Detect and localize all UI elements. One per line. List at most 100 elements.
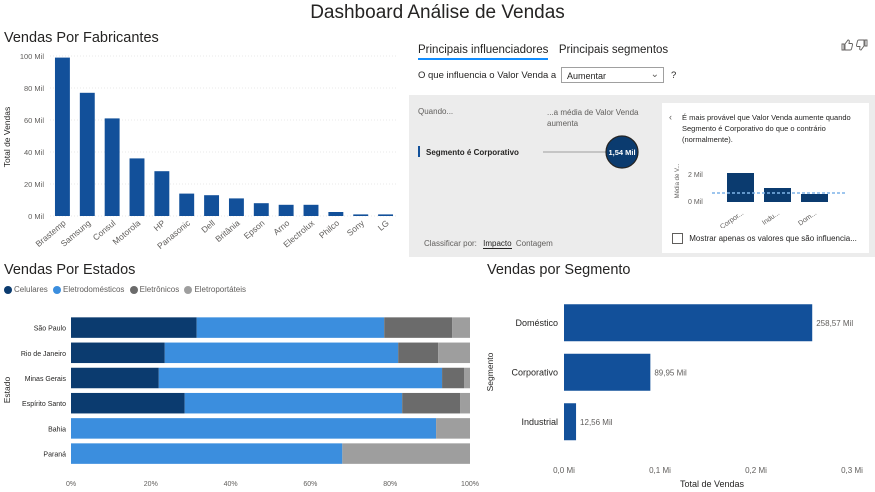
chevron-down-icon: ⌄ — [650, 69, 659, 80]
card-bar-domestico — [801, 194, 828, 202]
state-label: Bahia — [48, 426, 66, 433]
card-ytick-2mil: 2 Mil — [688, 172, 703, 179]
help-icon[interactable]: ? — [671, 70, 676, 81]
bar-corporativo[interactable] — [564, 353, 651, 391]
states-title: Vendas Por Estados — [4, 262, 136, 278]
sort-label: Classificar por: — [424, 239, 477, 248]
select-value: Aumentar — [567, 71, 607, 81]
xtick-label: 80% — [383, 481, 397, 488]
segment-label: Doméstico — [515, 318, 558, 328]
bar-segment-eletronicos[interactable] — [398, 342, 439, 364]
bar-philco[interactable] — [328, 212, 344, 216]
xtick-label: HP — [152, 218, 168, 233]
state-label: São Paulo — [34, 326, 66, 333]
bar-domestico[interactable] — [564, 304, 813, 342]
bar-electrolux[interactable] — [303, 204, 319, 216]
xtick-label: 0% — [66, 481, 76, 488]
legend-item-eletronicos[interactable]: Eletrônicos — [129, 285, 179, 294]
xtick-label: 0,0 Mi — [553, 466, 575, 475]
sort-contagem[interactable]: Contagem — [516, 239, 553, 248]
bar-segment-eletrodomesticos[interactable] — [196, 317, 385, 338]
bar-segment-eletrodomesticos[interactable] — [184, 392, 403, 414]
data-label: 258,57 Mil — [816, 319, 853, 328]
xtick-label: Epson — [242, 218, 267, 241]
states-legend: Celulares Eletrodomésticos Eletrônicos E… — [4, 285, 249, 294]
thumbs-down-icon[interactable] — [856, 39, 868, 54]
bar-arno[interactable] — [278, 204, 294, 216]
card-bar-corporativo — [727, 173, 754, 202]
bar-segment-eletronicos[interactable] — [442, 367, 465, 389]
bar-brastemp[interactable] — [54, 57, 70, 216]
segment-label: Industrial — [521, 417, 558, 427]
tab-principais-influenciadores[interactable]: Principais influenciadores — [418, 44, 549, 60]
card-text: É mais provável que Valor Venda aumente … — [682, 113, 851, 144]
bar-segment-eletroportateis[interactable] — [460, 392, 470, 414]
ytick-label: 40 Mil — [24, 148, 44, 157]
bar-samsung[interactable] — [79, 92, 95, 216]
bar-consul[interactable] — [104, 118, 120, 216]
checkbox-box[interactable] — [672, 233, 683, 244]
influence-direction-select[interactable]: Aumentar ⌄ — [561, 67, 664, 83]
bar-segment-eletronicos[interactable] — [384, 317, 453, 338]
factor-label[interactable]: Segmento é Corporativo — [426, 148, 519, 157]
bar-panasonic[interactable] — [179, 193, 195, 216]
bar-segment-eletroportateis[interactable] — [452, 317, 470, 338]
states-ylabel: Estado — [2, 376, 12, 403]
bar-segment-eletronicos[interactable] — [402, 392, 461, 414]
bar-segment-eletrodomesticos[interactable] — [158, 367, 443, 389]
back-chevron-icon[interactable]: ‹ — [669, 112, 672, 122]
factor-selected-marker — [418, 146, 420, 157]
card-xtick: Dom... — [797, 210, 818, 228]
bar-epson[interactable] — [253, 203, 269, 216]
segments-ylabel: Segmento — [485, 352, 495, 391]
bar-motorola[interactable] — [129, 158, 145, 216]
legend-item-celulares[interactable]: Celulares — [4, 285, 48, 294]
bar-segment-celulares[interactable] — [71, 392, 185, 414]
xtick-label: LG — [376, 218, 391, 233]
state-label: Minas Gerais — [25, 376, 67, 383]
xtick-label: 20% — [144, 481, 158, 488]
sort-by: Classificar por: Impacto Contagem — [424, 239, 553, 249]
bar-hp[interactable] — [154, 171, 170, 216]
ytick-label: 80 Mil — [24, 84, 44, 93]
card-bar-industrial — [764, 188, 791, 202]
bar-segment-eletrodomesticos[interactable] — [164, 342, 399, 364]
bar-segment-eletroportateis[interactable] — [464, 367, 470, 389]
bar-segment-eletroportateis[interactable] — [438, 342, 470, 364]
segments-xlabel: Total de Vendas — [680, 479, 745, 489]
data-label: 12,56 Mil — [580, 418, 613, 427]
bar-segment-eletrodomesticos[interactable] — [71, 418, 437, 439]
checkbox-label: Mostrar apenas os valores que são influe… — [689, 233, 857, 243]
data-label: 89,95 Mil — [654, 368, 687, 377]
bar-dell[interactable] — [204, 195, 220, 216]
influencer-detail-card: ‹ É mais provável que Valor Venda aument… — [662, 103, 869, 253]
only-influencers-checkbox[interactable]: Mostrar apenas os valores que são influe… — [672, 233, 857, 244]
bar-segment-eletroportateis[interactable] — [436, 418, 470, 439]
xtick-label: Arno — [271, 218, 291, 237]
dashboard-title: Dashboard Análise de Vendas — [310, 2, 565, 23]
ytick-label: 20 Mil — [24, 180, 44, 189]
legend-item-eletrodomesticos[interactable]: Eletrodomésticos — [53, 285, 124, 294]
manufacturers-ylabel: Total de Vendas — [2, 107, 12, 168]
legend-item-eletroportateis[interactable]: Eletroportáteis — [184, 285, 246, 294]
xtick-label: Britânia — [213, 218, 242, 244]
xtick-label: 0,3 Mi — [841, 466, 863, 475]
tab-principais-segmentos[interactable]: Principais segmentos — [559, 44, 668, 56]
xtick-label: Motorola — [111, 218, 143, 247]
card-xtick: Indu... — [761, 210, 781, 227]
bar-segment-celulares[interactable] — [71, 342, 165, 364]
bar-sony[interactable] — [353, 214, 369, 216]
xtick-label: 0,2 Mi — [745, 466, 767, 475]
influencers-tabs: Principais influenciadores Principais se… — [418, 40, 668, 60]
bar-industrial[interactable] — [564, 403, 577, 441]
bar-britania[interactable] — [228, 198, 244, 216]
bar-segment-celulares[interactable] — [71, 367, 159, 389]
card-xtick: Corpor... — [719, 210, 745, 228]
col-when-label: Quando... — [418, 107, 454, 116]
sort-impacto[interactable]: Impacto — [483, 239, 512, 249]
thumbs-up-icon[interactable] — [841, 39, 856, 54]
bar-segment-celulares[interactable] — [71, 317, 197, 338]
bar-segment-eletroportateis[interactable] — [342, 443, 470, 464]
bar-segment-eletrodomesticos[interactable] — [71, 443, 343, 464]
bar-lg[interactable] — [378, 214, 394, 216]
